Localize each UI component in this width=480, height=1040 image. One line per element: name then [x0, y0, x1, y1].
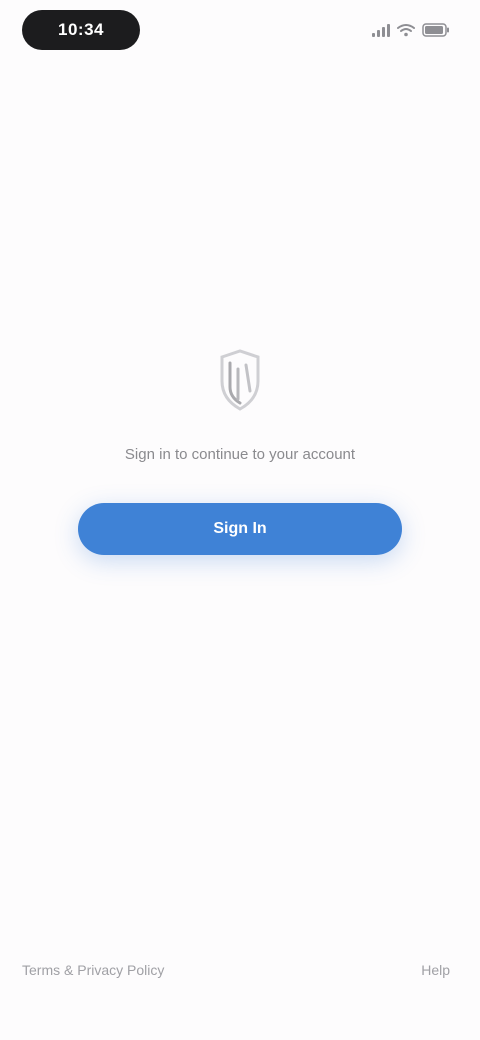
main-content: Sign in to continue to your account Sign…: [0, 345, 480, 555]
signal-icon: [372, 23, 390, 37]
sign-in-button[interactable]: Sign In: [78, 503, 402, 555]
sign-in-message: Sign in to continue to your account: [124, 446, 356, 463]
terms-text[interactable]: Terms & Privacy Policy: [22, 962, 164, 978]
app-logo-icon: [205, 345, 275, 421]
app-screen: 10:34 Sign in to continue to your accoun…: [0, 0, 480, 1040]
status-bar: 10:34: [22, 8, 450, 52]
wifi-icon: [397, 23, 415, 37]
status-time: 10:34: [22, 10, 140, 50]
help-link[interactable]: Help: [421, 962, 450, 978]
battery-icon: [422, 23, 450, 37]
footer: Terms & Privacy Policy Help: [22, 958, 450, 982]
status-icons: [372, 23, 450, 37]
